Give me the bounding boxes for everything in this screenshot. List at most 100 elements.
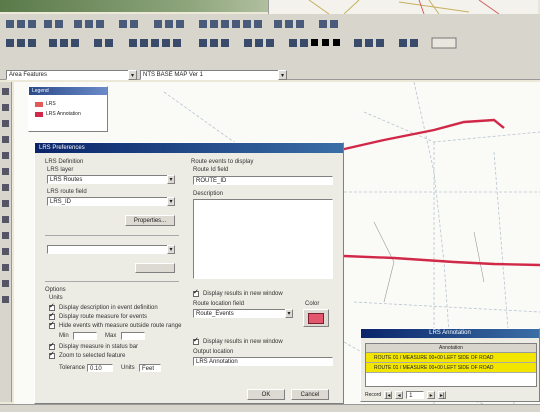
- lrs-route-combo[interactable]: LRS_ID: [47, 197, 175, 206]
- secondary-combo-dropdown[interactable]: ▾: [167, 245, 175, 254]
- next-record-button[interactable]: ▸: [427, 391, 436, 399]
- lrs-layer-combo[interactable]: LRS Routes: [47, 175, 175, 184]
- option-label-3: Hide events with measure outside route r…: [59, 323, 182, 329]
- layer-combo[interactable]: Area Features: [6, 70, 130, 80]
- display2-label: Display results in new window: [203, 339, 283, 345]
- route-id-label: Route Id field: [193, 167, 229, 173]
- table-header: Annotation: [366, 344, 536, 353]
- record-number-field[interactable]: 1: [406, 391, 425, 399]
- table-field[interactable]: Route_Events: [193, 309, 293, 318]
- display2-checkbox[interactable]: [193, 336, 199, 345]
- group-lrs-label: LRS Definition: [45, 159, 84, 165]
- lrs-layer-label: LRS layer: [47, 167, 74, 173]
- secondary-combo[interactable]: [47, 245, 175, 254]
- toolbar-icons-1[interactable]: [4, 18, 364, 30]
- route-id-field[interactable]: ROUTE_ID: [193, 176, 333, 185]
- output-label: Output location: [193, 349, 234, 355]
- ok-button-label: OK: [261, 391, 271, 398]
- table-label: Route location field: [193, 301, 245, 307]
- cancel-button[interactable]: Cancel: [291, 389, 329, 400]
- legend-titlebar: Legend: [29, 87, 107, 95]
- color-label: Color: [305, 301, 320, 307]
- color-swatch: [308, 312, 324, 324]
- lrs-route-value: LRS_ID: [50, 199, 72, 205]
- table-row-text-2: ROUTE 01 / MEASURE 00+00 LEFT SIDE OF RO…: [374, 365, 494, 371]
- lrs-preferences-dialog[interactable]: LRS Preferences LRS Definition LRS layer…: [34, 142, 344, 404]
- table-value: Route_Events: [196, 311, 234, 317]
- legend-window[interactable]: Legend LRS LRS Annotation: [28, 86, 108, 132]
- lrs-layer-dropdown[interactable]: ▾: [167, 175, 175, 184]
- record-label: Record: [365, 392, 382, 398]
- options-sub-label: Units: [49, 295, 63, 301]
- tolerance-input[interactable]: 0.10: [87, 364, 113, 372]
- left-toolbar: [0, 82, 12, 402]
- legend-label-1: LRS: [46, 101, 56, 107]
- option-label-2: Display route measure for events: [59, 314, 148, 320]
- lrs-layer-value: LRS Routes: [50, 177, 83, 183]
- ok-button[interactable]: OK: [247, 389, 285, 400]
- display-checkbox[interactable]: [193, 288, 199, 297]
- map-preview-thumbnail: [268, 0, 538, 15]
- divider-1: [45, 235, 179, 236]
- divider-2: [45, 281, 179, 282]
- group-route-label: Route events to display: [191, 159, 254, 165]
- toolbar-row-1: [4, 18, 364, 30]
- record-number: 1: [409, 393, 413, 399]
- legend-label-2: LRS Annotation: [46, 111, 81, 117]
- secondary-button[interactable]: [135, 263, 175, 273]
- option-checkbox-5[interactable]: [49, 350, 55, 359]
- prev-record-button[interactable]: ◂: [395, 391, 404, 399]
- map-combo[interactable]: NTS BASE MAP Ver 1: [140, 70, 280, 80]
- dialog-titlebar: LRS Preferences: [35, 143, 343, 153]
- layer-combo-dropdown[interactable]: ▾: [128, 70, 137, 80]
- map-combo-value: NTS BASE MAP Ver 1: [143, 72, 203, 78]
- description-box[interactable]: [193, 199, 333, 279]
- table-header-label: Annotation: [439, 345, 463, 351]
- description-label: Description: [193, 191, 224, 197]
- field-a-input[interactable]: [73, 332, 97, 340]
- lrs-route-dropdown[interactable]: ▾: [167, 197, 175, 206]
- tolerance-value: 0.10: [90, 366, 102, 372]
- table-grid: Annotation ROUTE 01 / MEASURE 00+00 LEFT…: [365, 343, 537, 387]
- toolbar-row-2: [4, 36, 464, 50]
- lrs-route-label: LRS route field: [47, 189, 87, 195]
- field-a-label: Min: [59, 333, 69, 339]
- route-line-lower: [343, 254, 540, 267]
- units-input[interactable]: Feet: [139, 364, 161, 372]
- field-b-label: Max: [105, 333, 117, 339]
- option-label-5: Zoom to selected feature: [59, 353, 126, 359]
- properties-button[interactable]: Properties...: [125, 215, 175, 226]
- legend-swatch-1: [35, 101, 43, 107]
- legend-swatch-2: [35, 111, 43, 117]
- option-label-1: Display description in event definition: [59, 305, 158, 311]
- properties-button-label: Properties...: [133, 217, 167, 224]
- legend-item-2[interactable]: LRS Annotation: [35, 111, 81, 117]
- field-b-input[interactable]: [121, 332, 145, 340]
- left-toolbar-icons[interactable]: [0, 82, 12, 402]
- legend-item-1[interactable]: LRS: [35, 101, 56, 107]
- route-line-upper: [339, 118, 505, 152]
- table-row[interactable]: ROUTE 01 / MEASURE 00+00 LEFT SIDE OF RO…: [366, 353, 536, 363]
- toolbar-area: Area Features ▾ NTS BASE MAP Ver 1 ▾: [0, 14, 540, 80]
- color-swatch-button[interactable]: [303, 309, 329, 327]
- toolbar-icons-2[interactable]: [4, 36, 464, 50]
- options-label: Options: [45, 287, 66, 293]
- route-id-value: ROUTE_ID: [196, 178, 227, 184]
- output-field[interactable]: LRS Annotation: [193, 357, 333, 366]
- table-dropdown[interactable]: ▾: [285, 309, 293, 318]
- dialog-title: LRS Preferences: [39, 145, 85, 151]
- table-row[interactable]: ROUTE 01 / MEASURE 00+00 LEFT SIDE OF RO…: [366, 363, 536, 373]
- table-title: LRS Annotation: [429, 330, 471, 336]
- table-titlebar: LRS Annotation: [361, 329, 539, 338]
- last-record-button[interactable]: ▸|: [438, 391, 447, 399]
- map-combo-dropdown[interactable]: ▾: [278, 70, 287, 80]
- tolerance-label: Tolerance: [59, 365, 86, 371]
- cancel-button-label: Cancel: [300, 391, 320, 398]
- annotation-table-window[interactable]: LRS Annotation Annotation ROUTE 01 / MEA…: [360, 328, 540, 402]
- units-label: Units: [121, 365, 135, 371]
- units-value: Feet: [142, 366, 155, 372]
- option-checkbox-3[interactable]: [49, 320, 55, 329]
- option-label-4: Display measure in status bar: [59, 344, 139, 350]
- first-record-button[interactable]: |◂: [384, 391, 393, 399]
- layer-combo-value: Area Features: [9, 72, 48, 78]
